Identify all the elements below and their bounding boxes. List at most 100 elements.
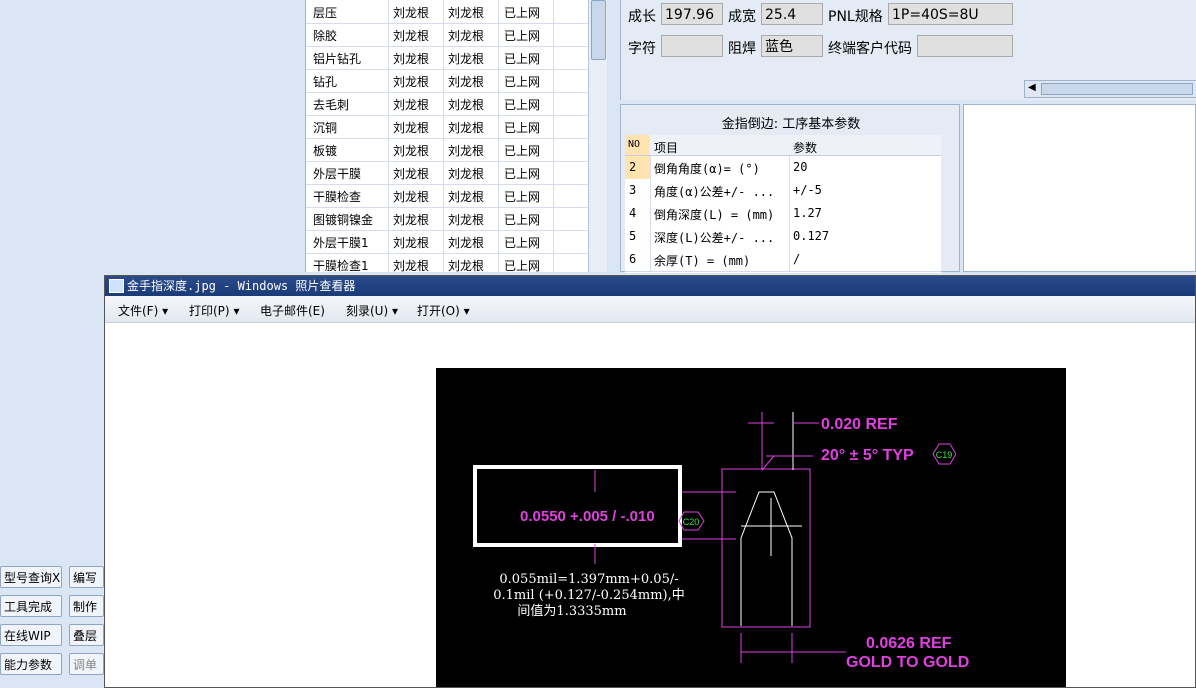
arrow-left-icon[interactable]: ◀ xyxy=(1028,82,1036,93)
operator-cell: 刘龙根 xyxy=(393,190,430,204)
pnl-label: PNL规格 xyxy=(828,9,883,25)
depth-callout-box xyxy=(473,465,682,547)
note-line-2: 0.1mil (+0.127/-0.254mm),中 xyxy=(493,588,684,603)
table-row[interactable]: 外层干膜 刘龙根 刘龙根 已上网 xyxy=(306,161,589,185)
menu-email[interactable]: 电子邮件(E) xyxy=(260,302,325,319)
mask-label: 阻焊 xyxy=(728,41,756,57)
scrollbar-thumb[interactable] xyxy=(591,0,606,60)
table-row[interactable]: 钻孔 刘龙根 刘龙根 已上网 xyxy=(306,69,589,93)
status-cell: 已上网 xyxy=(504,144,541,158)
operator-cell: 刘龙根 xyxy=(393,259,430,272)
dropdown-icon: ▾ xyxy=(463,304,470,318)
left-button-3[interactable]: 制作 xyxy=(69,595,104,617)
ref-text: 0.020 REF xyxy=(821,416,898,433)
scrollbar-thumb[interactable] xyxy=(1041,83,1193,95)
viewer-title-bar[interactable]: 金手指深度.jpg - Windows 照片查看器 xyxy=(105,276,1195,296)
operator-cell: 刘龙根 xyxy=(448,259,485,272)
operator-cell: 刘龙根 xyxy=(448,190,485,204)
left-button-5[interactable]: 叠层 xyxy=(69,624,104,646)
mask-field[interactable]: 蓝色 xyxy=(761,35,823,57)
angle-leader xyxy=(761,455,775,471)
column-divider xyxy=(789,202,790,225)
table-row[interactable]: 干膜检查 刘龙根 刘龙根 已上网 xyxy=(306,184,589,208)
table-row[interactable]: 图镀铜镍金 刘龙根 刘龙根 已上网 xyxy=(306,207,589,231)
note-line-3: 间值为1.3335mm xyxy=(517,603,626,619)
table-row[interactable]: 外层干膜1 刘龙根 刘龙根 已上网 xyxy=(306,230,589,254)
table-row[interactable]: 板镀 刘龙根 刘龙根 已上网 xyxy=(306,138,589,162)
operator-cell: 刘龙根 xyxy=(393,6,430,20)
param-no: 6 xyxy=(629,252,637,266)
table-row[interactable]: 沉铜 刘龙根 刘龙根 已上网 xyxy=(306,115,589,139)
operator-cell: 刘龙根 xyxy=(448,213,485,227)
param-row[interactable]: 4 倒角深度(L) = (mm) 1.27 xyxy=(625,202,941,226)
length-label: 成长 xyxy=(628,9,656,25)
menu-print[interactable]: 打印(P) ▾ xyxy=(189,302,239,319)
operator-cell: 刘龙根 xyxy=(393,98,430,112)
param-no: 2 xyxy=(629,160,637,174)
operator-cell: 刘龙根 xyxy=(393,144,430,158)
gold-ref-text: 0.0626 REF xyxy=(866,635,952,652)
column-divider xyxy=(650,248,651,271)
column-divider xyxy=(789,156,790,179)
operator-cell: 刘龙根 xyxy=(393,213,430,227)
angle-text: 20° ± 5° TYP xyxy=(821,447,914,464)
param-no: 5 xyxy=(629,229,637,243)
param-item: 倒角深度(L) = (mm) xyxy=(654,208,775,222)
process-name: 沉铜 xyxy=(313,121,338,135)
operator-cell: 刘龙根 xyxy=(448,75,485,89)
left-button-6[interactable]: 能力参数 xyxy=(0,653,62,675)
param-row[interactable]: 6 余厚(T) = (mm) / xyxy=(625,248,941,272)
left-button-4[interactable]: 在线WIP xyxy=(0,624,62,646)
operator-cell: 刘龙根 xyxy=(448,167,485,181)
process-name: 外层干膜1 xyxy=(313,236,369,250)
left-button-2[interactable]: 工具完成 xyxy=(0,595,62,617)
process-name: 去毛刺 xyxy=(313,98,350,112)
operator-cell: 刘龙根 xyxy=(393,167,430,181)
pnl-field[interactable]: 1P=40S=8U xyxy=(888,3,1013,25)
param-row[interactable]: 5 深度(L)公差+/- ... 0.127 xyxy=(625,225,941,249)
gold-to-gold-text: GOLD TO GOLD xyxy=(846,654,969,671)
process-name: 钻孔 xyxy=(313,75,338,89)
params-title: 金指倒边: 工序基本参数 xyxy=(721,117,861,132)
param-value: 1.27 xyxy=(793,206,822,220)
process-name: 干膜检查 xyxy=(313,190,362,204)
param-item: 余厚(T) = (mm) xyxy=(654,254,751,268)
param-row[interactable]: 3 角度(α)公差+/- ... +/-5 xyxy=(625,179,941,203)
menu-file[interactable]: 文件(F) ▾ xyxy=(118,302,168,319)
param-value: / xyxy=(793,252,801,266)
menu-open[interactable]: 打开(O) ▾ xyxy=(417,302,470,319)
process-name: 干膜检查1 xyxy=(313,259,369,272)
status-cell: 已上网 xyxy=(504,6,541,20)
table-row[interactable]: 干膜检查1 刘龙根 刘龙根 已上网 xyxy=(306,253,589,272)
process-params-panel: 金指倒边: 工序基本参数 NO 项目 参数 2 倒角角度(α)= (°) 20 3 角度… xyxy=(620,104,960,273)
status-cell: 已上网 xyxy=(504,52,541,66)
char-field[interactable] xyxy=(661,35,723,57)
status-cell: 已上网 xyxy=(504,98,541,112)
left-button-7[interactable]: 调单 xyxy=(69,653,104,675)
left-button-1[interactable]: 编写 xyxy=(69,566,104,588)
table-row[interactable]: 铝片钻孔 刘龙根 刘龙根 已上网 xyxy=(306,46,589,70)
customer-code-field[interactable] xyxy=(917,35,1013,57)
column-divider xyxy=(789,225,790,248)
status-cell: 已上网 xyxy=(504,213,541,227)
menu-burn[interactable]: 刻录(U) ▾ xyxy=(346,302,398,319)
process-name: 除胶 xyxy=(313,29,338,43)
length-field[interactable]: 197.96 xyxy=(661,3,723,25)
process-name: 铝片钻孔 xyxy=(313,52,362,66)
table-row[interactable]: 去毛刺 刘龙根 刘龙根 已上网 xyxy=(306,92,589,116)
operator-cell: 刘龙根 xyxy=(448,98,485,112)
param-row[interactable]: 2 倒角角度(α)= (°) 20 xyxy=(625,156,941,180)
param-value: +/-5 xyxy=(793,183,822,197)
param-item: 角度(α)公差+/- ... xyxy=(654,185,775,199)
depth-text: 0.0550 +.005 / -.010 xyxy=(520,508,655,525)
table-row[interactable]: 除胶 刘龙根 刘龙根 已上网 xyxy=(306,23,589,47)
column-divider xyxy=(650,225,651,248)
status-cell: 已上网 xyxy=(504,29,541,43)
horizontal-scrollbar[interactable]: ◀ xyxy=(1024,80,1196,98)
width-field[interactable]: 25.4 xyxy=(761,3,823,25)
left-button-0[interactable]: 型号查询X xyxy=(0,566,62,588)
table-row[interactable]: 层压 刘龙根 刘龙根 已上网 xyxy=(306,0,589,24)
param-no: 4 xyxy=(629,206,637,220)
process-table-scrollbar[interactable] xyxy=(588,0,607,272)
column-divider xyxy=(650,202,651,225)
